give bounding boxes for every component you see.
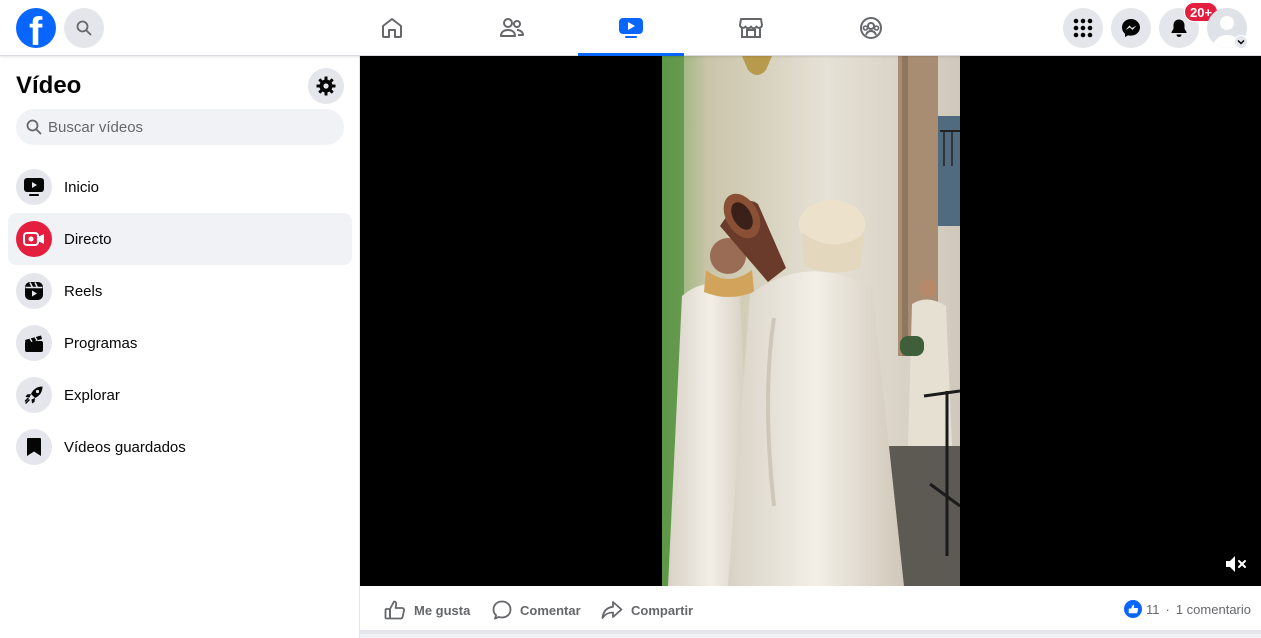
sidebar-item-videos-guardados[interactable]: Vídeos guardados (8, 421, 352, 473)
sidebar-item-label: Vídeos guardados (64, 438, 186, 456)
facebook-logo[interactable]: f (16, 8, 56, 48)
home-icon (382, 18, 402, 38)
sidebar-item-inicio[interactable]: Inicio (8, 161, 352, 213)
comment-button[interactable]: Comentar (492, 598, 581, 622)
post-action-bar: Me gusta Comentar Compartir 11 · 1 comen… (360, 586, 1261, 634)
sidebar-item-label: Explorar (64, 386, 120, 404)
like-reaction-icon (1124, 600, 1142, 618)
grid-menu-icon (1073, 18, 1093, 38)
sidebar-item-programas[interactable]: Programas (8, 317, 352, 369)
thumbs-up-icon (1128, 604, 1138, 614)
groups-icon (860, 17, 882, 39)
comment-label: Comentar (520, 602, 581, 618)
like-count[interactable]: 11 (1146, 602, 1160, 617)
like-label: Me gusta (414, 602, 471, 618)
sidebar-icon-wrap (16, 221, 52, 257)
share-label: Compartir (631, 602, 694, 618)
tab-friends[interactable] (459, 0, 565, 56)
settings-button[interactable] (308, 68, 344, 104)
messenger-button[interactable] (1111, 8, 1151, 48)
search-icon (76, 20, 92, 36)
tab-watch[interactable] (578, 0, 684, 56)
sidebar-item-reels[interactable]: Reels (8, 265, 352, 317)
live-video-icon (23, 232, 44, 246)
tab-groups[interactable] (818, 0, 924, 56)
video-player[interactable] (360, 56, 1261, 586)
reaction-summary[interactable]: 11 · 1 comentario (1124, 600, 1251, 618)
separator-dot: · (1165, 601, 1170, 617)
tv-play-icon (24, 178, 44, 196)
chevron-down-icon (1237, 39, 1245, 45)
mute-button[interactable] (1222, 552, 1250, 576)
sidebar-icon-wrap (16, 325, 52, 361)
sidebar-item-label: Reels (64, 282, 103, 300)
search-icon (26, 119, 42, 135)
logo-letter: f (29, 10, 43, 48)
rocket-icon (24, 386, 43, 404)
tab-home[interactable] (339, 0, 445, 56)
gear-icon (316, 76, 336, 96)
share-button[interactable]: Compartir (601, 598, 693, 622)
sidebar-icon-wrap (16, 273, 52, 309)
bookmark-icon (27, 438, 41, 456)
comment-icon (492, 600, 512, 620)
sidebar-icon-wrap (16, 377, 52, 413)
video-scene-image (662, 56, 960, 586)
video-sidebar: Vídeo Inicio D (0, 56, 360, 638)
video-search-field[interactable] (16, 109, 344, 145)
messenger-icon (1122, 19, 1140, 37)
video-search-input[interactable] (48, 118, 328, 136)
comment-count[interactable]: 1 comentario (1176, 602, 1251, 617)
sidebar-title: Vídeo (16, 72, 82, 99)
thumbs-up-icon (384, 600, 405, 620)
tab-marketplace[interactable] (698, 0, 804, 56)
marketplace-icon (739, 18, 763, 38)
sidebar-item-explorar[interactable]: Explorar (8, 369, 352, 421)
menu-button[interactable] (1063, 8, 1103, 48)
video-frame[interactable] (662, 56, 960, 586)
share-arrow-icon (601, 601, 623, 619)
sidebar-item-label: Inicio (64, 178, 100, 196)
sidebar-item-label: Directo (64, 230, 112, 248)
like-button[interactable]: Me gusta (384, 598, 470, 622)
search-button[interactable] (64, 8, 104, 48)
friends-icon (500, 18, 524, 37)
sidebar-icon-wrap (16, 429, 52, 465)
watch-icon (619, 17, 643, 38)
reels-icon (25, 282, 43, 300)
sidebar-item-directo[interactable]: Directo (8, 213, 352, 265)
sidebar-item-label: Programas (64, 334, 138, 352)
clapperboard-icon (25, 335, 43, 352)
bell-icon (1171, 19, 1187, 37)
volume-muted-icon (1226, 556, 1246, 572)
account-menu-chevron[interactable] (1234, 35, 1248, 49)
sidebar-icon-wrap (16, 169, 52, 205)
top-navigation-bar: f 20+ (0, 0, 1261, 56)
